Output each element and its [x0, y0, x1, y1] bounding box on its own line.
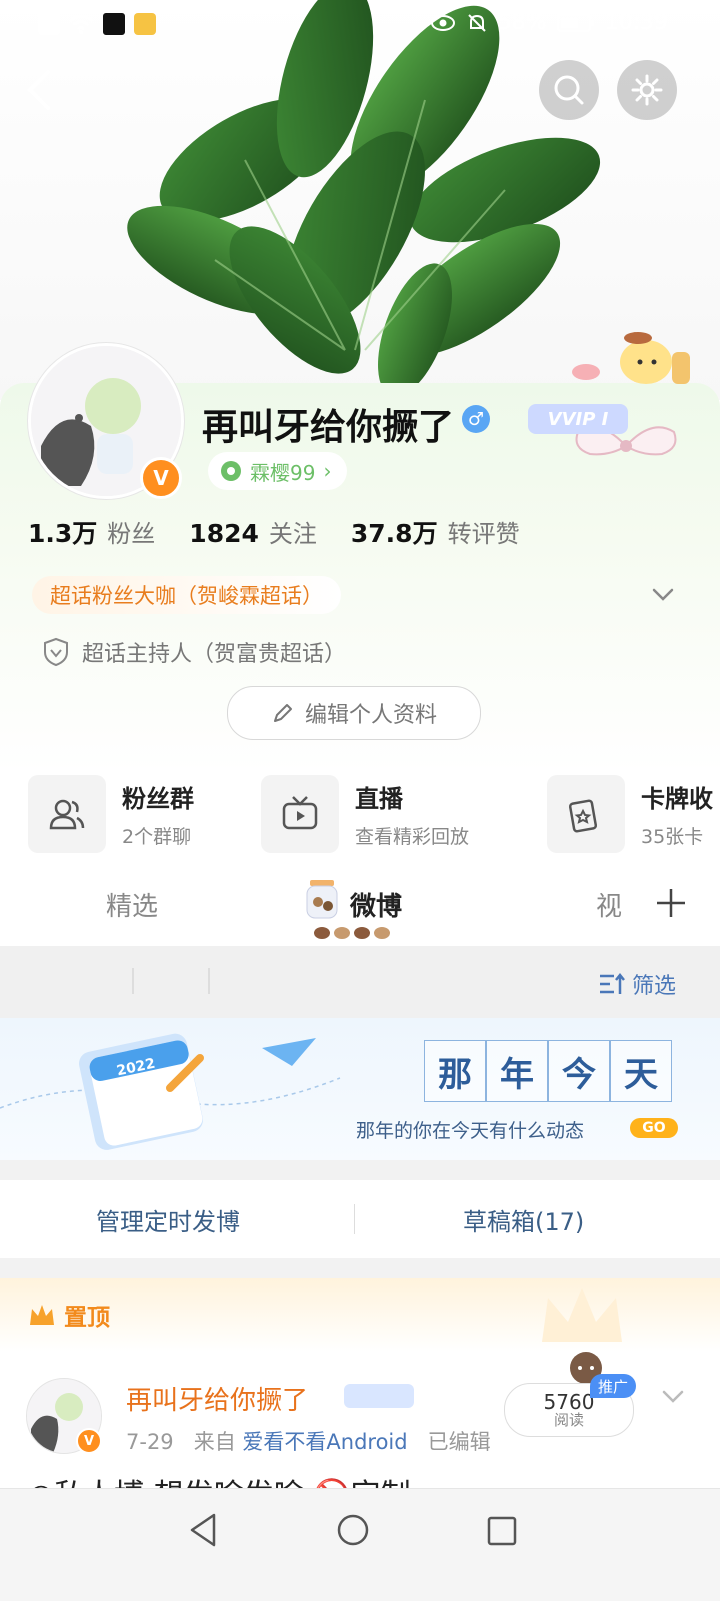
calendar-illustration-icon: 2022: [0, 1033, 341, 1150]
post-edited-label: 已编辑: [427, 1430, 491, 1454]
card-star-icon: [547, 775, 625, 853]
divider: [132, 968, 134, 994]
host-title-label: 超话主持人（贺富贵超话）: [82, 642, 347, 667]
clock: 10:39: [604, 10, 668, 35]
pinned-label-text: 置顶: [64, 1305, 110, 1331]
crown-icon: [30, 1305, 54, 1325]
fan-title-badge[interactable]: 超话粉丝大咖（贺峻霖超话）: [32, 576, 341, 614]
banner-title-char: 天: [610, 1040, 672, 1102]
post-date: 7-29: [126, 1430, 174, 1454]
following-label[interactable]: 关注: [269, 514, 317, 549]
flower-icon: [221, 461, 241, 481]
battery-percent: 58%: [497, 10, 547, 35]
feature-title: 直播: [355, 785, 403, 813]
chevron-down-icon[interactable]: [658, 1382, 688, 1412]
crown-watermark-icon: [542, 1288, 622, 1342]
vvip-badge[interactable]: VVIP I: [528, 404, 628, 434]
username: 再叫牙给你撅了: [202, 407, 455, 448]
gear-icon: [631, 74, 663, 106]
pinned-label: 置顶: [28, 1298, 110, 1332]
weibo-icon: [134, 13, 156, 35]
alert-icon: [38, 13, 60, 35]
post-source-link[interactable]: 爱看不看Android: [242, 1430, 407, 1454]
banner-title-char: 那: [424, 1040, 486, 1102]
pencil-icon: [273, 704, 292, 722]
people-icon: [28, 775, 106, 853]
plus-icon: [657, 889, 685, 917]
banner-title-char: 今: [548, 1040, 610, 1102]
beans-decoration-icon: [314, 927, 390, 939]
feature-title: 粉丝群: [122, 785, 194, 813]
edit-profile-label: 编辑个人资料: [304, 703, 437, 728]
drafts-button[interactable]: 草稿箱(17): [463, 1202, 584, 1237]
banner-title-char: 年: [486, 1040, 548, 1102]
divider: [208, 968, 210, 994]
likes-label[interactable]: 转评赞: [448, 514, 520, 549]
divider: [354, 1204, 355, 1234]
filter-label: 筛选: [632, 974, 677, 999]
tv-icon: [261, 775, 339, 853]
add-tab-button[interactable]: [622, 868, 720, 938]
wifi-icon: [69, 14, 93, 34]
post-author-name[interactable]: 再叫牙给你撅了: [126, 1380, 308, 1417]
filter-button[interactable]: 筛选: [598, 968, 676, 1000]
back-arrow-icon: [27, 70, 50, 110]
banner-title: 那 年 今 天: [424, 1040, 672, 1102]
feature-subtitle: 2个群聊: [122, 826, 192, 848]
promote-tag[interactable]: 推广: [590, 1374, 637, 1398]
eye-icon: [430, 14, 455, 31]
tab-weibo[interactable]: 微博: [350, 886, 402, 923]
tab-featured[interactable]: 精选: [106, 886, 158, 923]
super-topic-tag[interactable]: 霖樱99 ›: [208, 452, 348, 490]
shield-icon: [44, 637, 68, 667]
settings-button[interactable]: [617, 60, 677, 120]
status-bar: 58% 10:39: [0, 0, 720, 48]
jar-sticker-icon: [306, 880, 338, 919]
host-title[interactable]: 超话主持人（贺富贵超话）: [42, 636, 346, 668]
following-count[interactable]: 1824: [189, 519, 259, 548]
feature-live[interactable]: 直播 查看精彩回放: [261, 774, 469, 854]
tab-video[interactable]: 视: [596, 886, 622, 923]
gender-male-icon: ♂: [462, 405, 490, 433]
banner-subtitle: 那年的你在今天有什么动态: [356, 1120, 585, 1142]
feature-cards[interactable]: 卡牌收 35张卡: [547, 774, 713, 854]
nav-back-icon[interactable]: [186, 1511, 220, 1549]
followers-label[interactable]: 粉丝: [107, 514, 155, 549]
battery-icon: [556, 13, 594, 32]
system-nav-bar: [0, 1488, 720, 1601]
profile-stats: 1.3万 粉丝 1824 关注 37.8万 转评赞: [28, 514, 554, 550]
feature-fan-group[interactable]: 粉丝群 2个群聊: [28, 774, 194, 854]
search-button[interactable]: [539, 60, 599, 120]
dog-sticker-icon: [572, 332, 690, 384]
leaf-bouquet-image: [127, 0, 601, 390]
section-gap: [0, 1160, 720, 1180]
back-button[interactable]: [22, 68, 58, 116]
post-meta: 7-29 来自 爱看不看Android 已编辑: [126, 1426, 491, 1456]
search-icon: [554, 75, 584, 105]
vip-badge-small: [344, 1384, 414, 1408]
chevron-down-icon[interactable]: [648, 580, 678, 610]
verified-badge: V: [76, 1428, 102, 1454]
followers-count[interactable]: 1.3万: [28, 514, 97, 550]
tiktok-icon: [102, 12, 126, 36]
feature-subtitle: 查看精彩回放: [355, 826, 470, 848]
likes-count[interactable]: 37.8万: [351, 514, 438, 550]
read-label: 阅读: [553, 1410, 584, 1429]
scheduled-posts-button[interactable]: 管理定时发博: [96, 1202, 240, 1237]
post-from-label: 来自: [193, 1430, 236, 1454]
read-count: 5760: [543, 1389, 595, 1414]
verified-badge: V: [140, 457, 182, 499]
section-gap: [0, 1258, 720, 1278]
sort-filter-icon: [600, 972, 625, 994]
go-button[interactable]: GO: [630, 1118, 678, 1138]
nav-home-icon[interactable]: [336, 1513, 370, 1547]
edit-profile-button[interactable]: 编辑个人资料: [227, 686, 481, 740]
mute-bell-icon: [467, 13, 486, 32]
nav-recents-icon[interactable]: [486, 1515, 518, 1547]
feature-subtitle: 35张卡: [641, 826, 704, 848]
super-topic-label: 霖樱99: [250, 460, 316, 485]
chevron-right-icon: ›: [323, 459, 332, 483]
feature-title: 卡牌收: [641, 785, 713, 813]
